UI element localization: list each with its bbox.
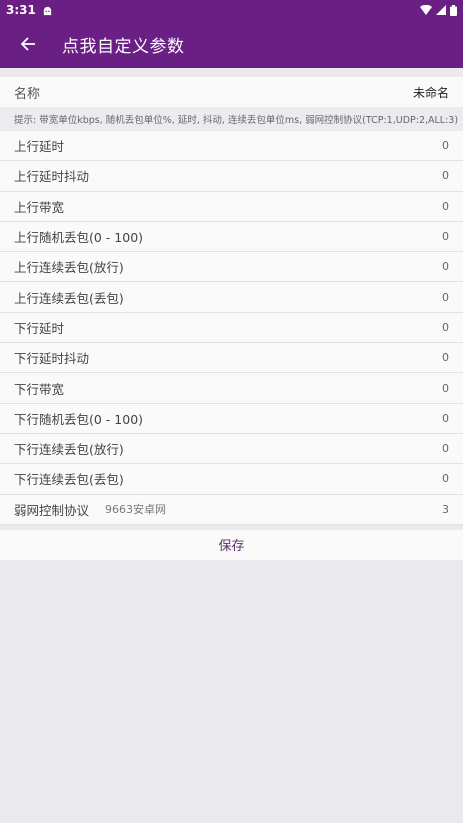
param-label: 下行延时: [14, 320, 65, 336]
param-row-up-burst-drop[interactable]: 上行连续丢包(丢包) 0: [0, 282, 463, 313]
param-label: 下行连续丢包(放行): [14, 442, 124, 458]
param-label: 上行连续丢包(放行): [14, 260, 124, 276]
param-label: 下行延时抖动: [14, 351, 90, 367]
name-field[interactable]: 名称 未命名: [0, 77, 463, 107]
param-row-down-burst-pass[interactable]: 下行连续丢包(放行) 0: [0, 434, 463, 465]
param-label: 上行带宽: [14, 199, 65, 215]
param-row-up-bandwidth[interactable]: 上行带宽 0: [0, 192, 463, 222]
param-label: 上行连续丢包(丢包): [14, 290, 124, 306]
param-value[interactable]: 0: [442, 382, 449, 395]
param-value[interactable]: 0: [442, 351, 449, 364]
param-row-down-delay[interactable]: 下行延时 0: [0, 313, 463, 344]
param-label: 上行随机丢包(0 - 100): [14, 230, 144, 246]
app-bar: 点我自定义参数: [0, 20, 463, 68]
name-value[interactable]: 未命名: [413, 84, 449, 101]
param-value[interactable]: 0: [442, 139, 449, 152]
name-label: 名称: [14, 86, 41, 102]
page-title: 点我自定义参数: [62, 36, 185, 57]
status-bar: 3:31: [0, 0, 463, 20]
param-value[interactable]: 0: [442, 169, 449, 182]
param-value[interactable]: 0: [442, 472, 449, 485]
param-value[interactable]: 0: [442, 291, 449, 304]
wifi-icon: [420, 5, 432, 15]
param-row-up-burst-pass[interactable]: 上行连续丢包(放行) 0: [0, 252, 463, 283]
param-label: 弱网控制协议: [14, 502, 90, 518]
param-value[interactable]: 0: [442, 200, 449, 213]
save-button[interactable]: 保存: [0, 529, 463, 560]
settings-form: 名称 未命名 提示: 带宽单位kbps, 随机丢包单位%, 延时, 抖动, 连续…: [0, 77, 463, 560]
status-time: 3:31: [6, 3, 36, 17]
params-list: 上行延时 0 上行延时抖动 0 上行带宽 0 上行随机丢包(0 - 100) 0…: [0, 131, 463, 525]
hint-text: 提示: 带宽单位kbps, 随机丢包单位%, 延时, 抖动, 连续丢包单位ms,…: [0, 107, 463, 131]
param-label: 下行带宽: [14, 381, 65, 397]
param-value[interactable]: 0: [442, 412, 449, 425]
param-value[interactable]: 3: [442, 503, 449, 516]
watermark: 9663安卓网: [105, 502, 166, 516]
battery-icon: [450, 4, 457, 16]
param-label: 上行延时抖动: [14, 169, 90, 185]
param-row-down-bandwidth[interactable]: 下行带宽 0: [0, 373, 463, 404]
param-value[interactable]: 0: [442, 442, 449, 455]
param-label: 下行连续丢包(丢包): [14, 472, 124, 488]
arrow-left-icon: [20, 37, 35, 51]
param-row-down-burst-drop[interactable]: 下行连续丢包(丢包) 0: [0, 464, 463, 495]
param-row-up-delay[interactable]: 上行延时 0: [0, 131, 463, 162]
param-value[interactable]: 0: [442, 321, 449, 334]
param-row-down-random-loss[interactable]: 下行随机丢包(0 - 100) 0: [0, 404, 463, 434]
param-row-protocol[interactable]: 弱网控制协议 9663安卓网 3: [0, 495, 463, 525]
param-label: 下行随机丢包(0 - 100): [14, 411, 144, 427]
param-row-down-jitter[interactable]: 下行延时抖动 0: [0, 343, 463, 374]
param-row-up-jitter[interactable]: 上行延时抖动 0: [0, 161, 463, 192]
param-row-up-random-loss[interactable]: 上行随机丢包(0 - 100) 0: [0, 222, 463, 253]
signal-icon: [436, 5, 446, 15]
param-value[interactable]: 0: [442, 260, 449, 273]
param-value[interactable]: 0: [442, 230, 449, 243]
android-icon: [42, 5, 53, 16]
back-button[interactable]: [0, 20, 56, 68]
param-label: 上行延时: [14, 139, 65, 155]
